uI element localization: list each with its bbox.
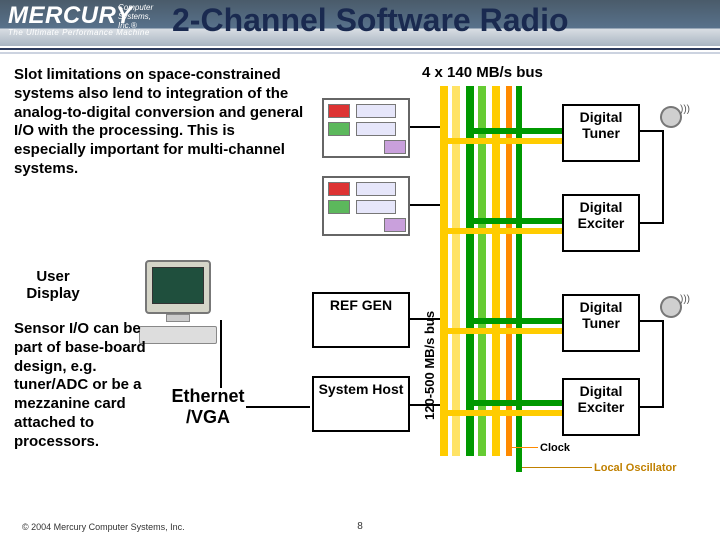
conn-monitor-down [220, 320, 222, 388]
bus-vert-label: 120-500 MB/s bus [422, 311, 437, 420]
antenna-icon-2: ))) [660, 296, 690, 336]
conn-ant2-vert [662, 320, 664, 408]
clock-drop [506, 440, 512, 456]
card-digital-exciter-1: Digital Exciter [562, 194, 640, 252]
tap-2 [474, 218, 564, 224]
slide-title: 2-Channel Software Radio [172, 2, 569, 39]
copyright-footer: © 2004 Mercury Computer Systems, Inc. [22, 522, 185, 532]
proc-b2-blk2 [356, 182, 396, 196]
proc-b2-blk3 [328, 200, 350, 214]
tap-4 [474, 400, 564, 406]
card-digital-exciter-2-label: Digital Exciter [564, 380, 638, 418]
header-rule-1 [0, 48, 720, 50]
card-digital-tuner-2: Digital Tuner [562, 294, 640, 352]
conn-tuner1-ant [640, 130, 662, 132]
card-digital-exciter-2: Digital Exciter [562, 378, 640, 436]
card-ref-gen-label: REF GEN [314, 294, 408, 316]
screen-icon [152, 267, 204, 304]
user-display-label: User Display [22, 268, 84, 302]
tap-1b [440, 138, 564, 144]
wave-icon: ))) [680, 294, 690, 305]
tap-1 [474, 128, 564, 134]
proc-b1-blk5 [384, 140, 406, 154]
brand-super: Computer Systems, Inc.® [118, 3, 153, 30]
conn-ant1-vert [662, 130, 664, 224]
tap-3 [474, 318, 564, 324]
conn-exciter1-ant [640, 222, 664, 224]
ethernet-vga-label: Ethernet /VGA [168, 386, 248, 428]
processor-board-2 [322, 176, 410, 236]
conn-board1-bus [410, 126, 440, 128]
card-ref-gen: REF GEN [312, 292, 410, 348]
card-digital-tuner-1-label: Digital Tuner [564, 106, 638, 144]
brand-logo: MERCURY Computer Systems, Inc.® The Ulti… [8, 2, 150, 37]
proc-b1-blk3 [328, 122, 350, 136]
proc-b1-blk4 [356, 122, 396, 136]
tap-4b [440, 410, 564, 416]
proc-b2-blk5 [384, 218, 406, 232]
tap-2b [440, 228, 564, 234]
clock-line [512, 447, 538, 448]
clock-label: Clock [540, 442, 570, 454]
lo-line [522, 467, 592, 468]
card-system-host-label: System Host [314, 378, 408, 400]
slide-root: MERCURY Computer Systems, Inc.® The Ulti… [0, 0, 720, 540]
card-digital-exciter-1-label: Digital Exciter [564, 196, 638, 234]
conn-board2-bus [410, 204, 440, 206]
conn-exciter2-ant [640, 406, 664, 408]
card-digital-tuner-1: Digital Tuner [562, 104, 640, 162]
lo-drop [516, 456, 522, 472]
proc-b1-blk1 [328, 104, 350, 118]
local-oscillator-label: Local Oscillator [594, 462, 677, 474]
proc-b2-blk4 [356, 200, 396, 214]
card-system-host: System Host [312, 376, 410, 432]
paragraph-2: Sensor I/O can be part of base-board des… [14, 320, 168, 451]
monitor-base-icon [166, 314, 190, 322]
proc-b1-blk2 [356, 104, 396, 118]
proc-b2-blk1 [328, 182, 350, 196]
card-digital-tuner-2-label: Digital Tuner [564, 296, 638, 334]
wave-icon: ))) [680, 104, 690, 115]
brand-wordmark: MERCURY [8, 2, 132, 30]
slide-header: MERCURY Computer Systems, Inc.® The Ulti… [0, 0, 720, 56]
paragraph-1: Slot limitations on space-constrained sy… [14, 66, 310, 179]
tap-3b [440, 328, 564, 334]
processor-board-1 [322, 98, 410, 158]
page-number: 8 [357, 521, 363, 532]
conn-eth-right [246, 406, 310, 408]
conn-tuner2-ant [640, 320, 662, 322]
crt-icon [145, 260, 211, 314]
header-rule-2 [0, 52, 720, 54]
antenna-icon-1: ))) [660, 106, 690, 146]
bus-top-label: 4 x 140 MB/s bus [422, 64, 543, 81]
